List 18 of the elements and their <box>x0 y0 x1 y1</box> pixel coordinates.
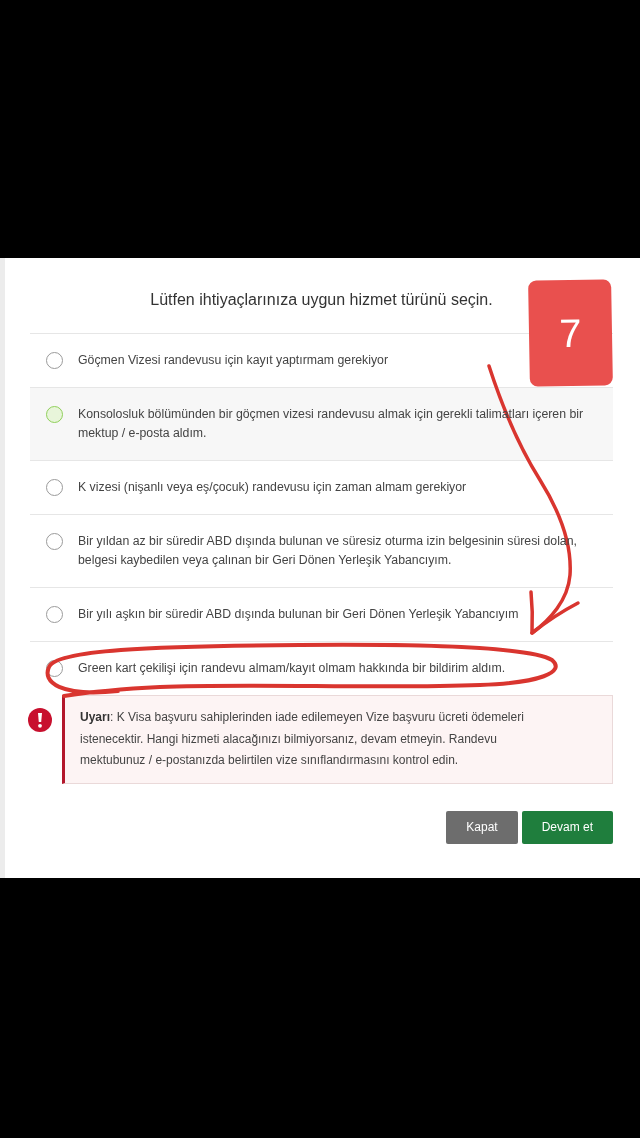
radio-button[interactable] <box>46 660 63 677</box>
radio-button[interactable] <box>46 606 63 623</box>
radio-button[interactable] <box>46 533 63 550</box>
radio-button[interactable] <box>46 352 63 369</box>
number-sticker-overlay: 7 <box>528 279 613 387</box>
dialog-title: Lütfen ihtiyaçlarınıza uygun hizmet türünü seçin. <box>150 290 493 310</box>
option-label: K vizesi (nişanlı veya eş/çocuk) randevusu için zaman almam gerekiyor <box>78 479 467 496</box>
option-label: Bir yılı aşkın bir süredir ABD dışında bulunan bir Geri Dönen Yerleşik Yabancıyım <box>78 606 519 623</box>
warning-message: Uyarı: K Visa başvuru sahiplerinden iade edilemeyen Vize başvuru ücreti ödemeleri istenecektir. Hangi hizmeti alacağınızı bilmiyorsanız, devam etmeyin. Randevu mektubunuz / e-postanızda belirtilen vize sınıflandırmasını kontrol edin. <box>62 695 613 784</box>
option-row[interactable]: K vizesi (nişanlı veya eş/çocuk) randevusu için zaman almam gerekiyor <box>30 460 613 514</box>
continue-button[interactable]: Devam et <box>521 810 613 844</box>
close-button[interactable]: Kapat <box>446 810 518 844</box>
option-row[interactable]: Bir yılı aşkın bir süredir ABD dışında bulunan bir Geri Dönen Yerleşik Yabancıyım <box>30 587 613 641</box>
option-label: Göçmen Vizesi randevusu için kayıt yaptırmam gerekiyor <box>78 352 389 369</box>
radio-button[interactable] <box>46 406 63 423</box>
radio-button[interactable] <box>46 479 63 496</box>
option-label: Green kart çekilişi için randevu almam/kayıt olmam hakkında bir bildirim aldım. <box>78 660 506 677</box>
warning-icon <box>28 708 52 732</box>
